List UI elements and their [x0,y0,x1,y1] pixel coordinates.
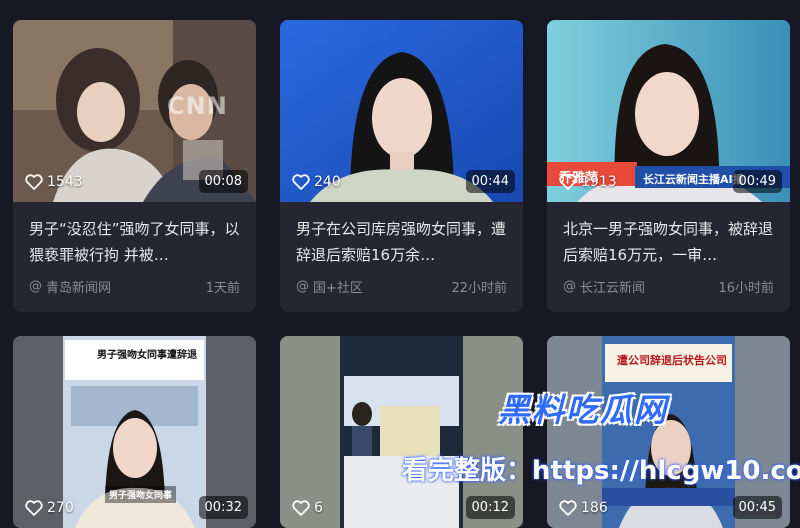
video-duration: 00:49 [732,170,782,193]
video-title[interactable]: 男子“没忍住”强吻了女同事，以猥亵罪被行拘 并被… [29,216,240,268]
at-icon: @ [29,279,42,294]
video-meta: @ 青岛新闻网 1天前 [29,277,240,296]
video-source[interactable]: @ 长江云新闻 [563,277,645,296]
heart-icon [25,174,43,190]
video-source[interactable]: @ 国+社区 [296,277,363,296]
like-count-value: 270 [47,500,74,516]
like-count: 186 [559,500,608,516]
like-count: 6 [292,500,323,516]
video-thumbnail[interactable]: 乔雅萍 长江云新闻主播AI播 1913 00:49 [547,20,790,202]
heart-icon [559,174,577,190]
at-icon: @ [563,279,576,294]
thumbnail-headline: 男子强吻女同事遭辞退 [97,350,197,361]
thumbnail-headline: 遭公司辞退后状告公司 [617,354,727,367]
video-card[interactable]: 乔雅萍 长江云新闻主播AI播 1913 00:49 北京一男子强吻女同事，被辞退… [547,20,790,312]
at-icon: @ [296,279,309,294]
video-thumbnail[interactable]: 240 00:44 [280,20,523,202]
like-count: 240 [292,174,341,190]
video-thumbnail[interactable]: 6 00:12 [280,336,523,528]
video-meta: @ 长江云新闻 16小时前 [563,277,774,296]
video-source[interactable]: @ 青岛新闻网 [29,277,111,296]
anchor-caption: 长江云新闻主播AI播 [643,173,744,186]
video-card[interactable]: 6 00:12 [280,336,523,528]
thumbnail-caption: 男子强吻女同事 [105,486,177,503]
like-count-value: 186 [581,500,608,516]
video-duration: 00:08 [198,170,248,193]
video-thumbnail[interactable]: 遭公司辞退后状告公司 186 00:45 [547,336,790,528]
video-duration: 00:32 [198,496,248,519]
video-title[interactable]: 男子在公司库房强吻女同事，遭辞退后索赔16万余… [296,216,507,268]
heart-icon [25,500,43,516]
video-grid: CNN 1543 00:08 男子“没忍住”强吻了女同事，以猥亵罪被行拘 并被…… [13,20,790,528]
video-card[interactable]: 240 00:44 男子在公司库房强吻女同事，遭辞退后索赔16万余… @ 国+社… [280,20,523,312]
like-count-value: 6 [314,500,323,516]
heart-icon [292,174,310,190]
video-duration: 00:44 [465,170,515,193]
video-meta: @ 国+社区 22小时前 [296,277,507,296]
source-name: 青岛新闻网 [46,281,112,296]
video-duration: 00:45 [732,496,782,519]
video-thumbnail[interactable]: CNN 1543 00:08 [13,20,256,202]
like-count-value: 1913 [581,174,617,190]
publish-time: 16小时前 [718,281,774,296]
source-name: 长江云新闻 [580,281,646,296]
video-duration: 00:12 [465,496,515,519]
like-count: 270 [25,500,74,516]
heart-icon [292,500,310,516]
publish-time: 1天前 [205,281,240,296]
heart-icon [559,500,577,516]
video-card[interactable]: CNN 1543 00:08 男子“没忍住”强吻了女同事，以猥亵罪被行拘 并被…… [13,20,256,312]
source-name: 国+社区 [313,281,363,296]
like-count-value: 240 [314,174,341,190]
like-count: 1913 [559,174,617,190]
thumbnail-overlay-text: CNN [167,92,228,120]
publish-time: 22小时前 [451,281,507,296]
video-card[interactable]: 遭公司辞退后状告公司 186 00:45 [547,336,790,528]
video-thumbnail[interactable]: 男子强吻女同事遭辞退 男子强吻女同事 270 00:32 [13,336,256,528]
video-title[interactable]: 北京一男子强吻女同事，被辞退后索赔16万元，一审… [563,216,774,268]
like-count: 1543 [25,174,83,190]
video-card[interactable]: 男子强吻女同事遭辞退 男子强吻女同事 270 00:32 [13,336,256,528]
like-count-value: 1543 [47,174,83,190]
